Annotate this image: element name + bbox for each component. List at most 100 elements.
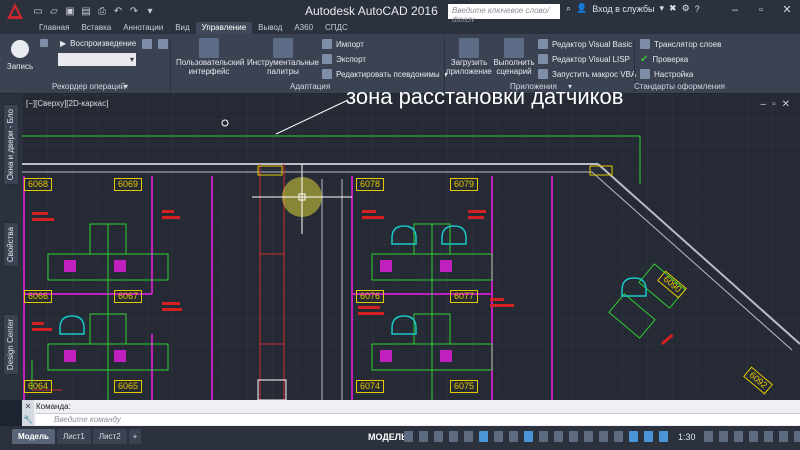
check-button[interactable]: ✔ Проверка	[640, 54, 688, 65]
record-options-icon[interactable]	[40, 39, 48, 47]
isodraft-icon[interactable]	[494, 431, 503, 442]
tab-a360[interactable]: A360	[288, 22, 319, 34]
new-icon[interactable]: ▭	[32, 6, 44, 17]
hardware-acceleration-icon[interactable]	[779, 431, 788, 442]
units-icon[interactable]	[749, 431, 758, 442]
object-snap-icon[interactable]	[524, 431, 533, 442]
ortho-icon[interactable]	[464, 431, 473, 442]
command-history-label: Команда:	[36, 402, 71, 411]
workspace-icon[interactable]	[719, 431, 728, 442]
isolate-objects-icon[interactable]	[764, 431, 773, 442]
palette-design-center-tab[interactable]: Design Center	[3, 314, 19, 376]
panel-expand-icon[interactable]: ▾	[124, 82, 128, 91]
a360-icon[interactable]: ⚙	[682, 3, 690, 14]
dynamic-input-icon[interactable]	[449, 431, 458, 442]
transparency-icon[interactable]	[554, 431, 563, 442]
gizmo-icon[interactable]	[629, 431, 638, 442]
viewport-controls-label[interactable]: [−][Сверху][2D-каркас]	[26, 99, 108, 108]
selection-cycling-icon[interactable]	[569, 431, 578, 442]
tab-sheet1[interactable]: Лист1	[56, 429, 91, 444]
annotation-visibility-icon[interactable]	[644, 431, 653, 442]
open-icon[interactable]: ▱	[48, 6, 60, 17]
model-space-toggle[interactable]: МОДЕЛЬ	[368, 432, 408, 442]
save-as-icon[interactable]: ▤	[80, 6, 92, 17]
run-script-icon	[504, 38, 524, 58]
qat-menu-icon[interactable]: ▾	[144, 6, 156, 17]
search-icon[interactable]: ⌕	[566, 3, 571, 14]
drawing-canvas[interactable]: 6068 6069 6078 6079 6066 6067 6076 6077 …	[22, 94, 800, 400]
import-button[interactable]: Импорт	[322, 39, 364, 49]
auto-scale-icon[interactable]	[659, 431, 668, 442]
tab-view[interactable]: Вид	[169, 22, 195, 34]
macro-select[interactable]: ▾	[58, 53, 136, 66]
dropdown-icon[interactable]: ▾	[660, 3, 665, 14]
signin-link[interactable]: Вход в службы	[592, 4, 654, 14]
add-layout-icon[interactable]: +	[128, 429, 142, 444]
vba-editor-button[interactable]: Редактор Visual Basic	[538, 39, 632, 49]
record-button[interactable]: Запись	[6, 38, 34, 71]
configure-button[interactable]: Настройка	[640, 69, 693, 79]
cui-icon	[199, 38, 219, 58]
cui-button[interactable]: Пользовательский интерфейс	[176, 38, 244, 76]
load-app-button[interactable]: Загрузить приложение	[446, 38, 492, 76]
help-icon[interactable]: ?	[695, 4, 700, 14]
room-label: 6074	[356, 380, 385, 393]
autocad-logo-icon[interactable]	[0, 0, 30, 22]
tab-insert[interactable]: Вставка	[75, 22, 117, 34]
undo-icon[interactable]: ↶	[112, 6, 124, 17]
layer-translator-icon	[640, 39, 650, 49]
close-drawing-icon[interactable]: ✕	[782, 99, 790, 110]
command-line-handle[interactable]: ✕ 🔧	[22, 400, 34, 426]
clean-screen-icon[interactable]	[794, 431, 800, 442]
panel-adapt-label: Адаптация	[290, 82, 331, 91]
annotation-monitor-icon[interactable]	[734, 431, 743, 442]
save-icon[interactable]: ▣	[64, 6, 76, 17]
status-toggles	[404, 431, 668, 442]
plot-icon[interactable]: ⎙	[96, 6, 108, 17]
tab-manage[interactable]: Управление	[195, 22, 253, 34]
palette-properties-tab[interactable]: Свойства	[3, 222, 19, 268]
3d-osnap-icon[interactable]	[584, 431, 593, 442]
minimize-button[interactable]: ‒	[722, 0, 748, 20]
restore-viewport-icon[interactable]: ▫	[772, 99, 776, 110]
wrench-icon[interactable]: 🔧	[23, 415, 33, 424]
room-label: 6064	[24, 380, 53, 393]
room-label: 6065	[114, 380, 143, 393]
polar-icon[interactable]	[479, 431, 488, 442]
tab-annotate[interactable]: Аннотации	[117, 22, 169, 34]
snap-icon[interactable]	[419, 431, 428, 442]
edit-aliases-button[interactable]: Редактировать псевдонимы ▾	[322, 69, 448, 79]
tab-sheet2[interactable]: Лист2	[92, 429, 127, 444]
lineweight-icon[interactable]	[539, 431, 548, 442]
tab-output[interactable]: Вывод	[252, 22, 288, 34]
exchange-icon[interactable]: ✖	[669, 3, 677, 14]
command-input[interactable]: Введите команду	[36, 413, 800, 425]
run-script-button[interactable]: Выполнить сценарий	[492, 38, 536, 76]
settings-icon[interactable]	[704, 431, 713, 442]
tab-home[interactable]: Главная	[33, 22, 75, 34]
close-icon[interactable]: ✕	[25, 402, 32, 411]
selection-filter-icon[interactable]	[614, 431, 623, 442]
export-button[interactable]: Экспорт	[322, 54, 366, 64]
preference-icon[interactable]	[142, 39, 152, 49]
palette-doors-windows-tab[interactable]: Окна и двери - Бло	[3, 104, 19, 186]
object-snap-tracking-icon[interactable]	[509, 431, 518, 442]
search-input[interactable]: Введите ключевое слово/фразу	[448, 4, 560, 24]
minimize-viewport-icon[interactable]: ‒	[761, 99, 767, 110]
run-vba-button[interactable]: Запустить макрос VBA	[538, 69, 636, 79]
tool-palettes-button[interactable]: Инструментальные палитры	[244, 38, 322, 76]
infer-icon[interactable]	[434, 431, 443, 442]
redo-icon[interactable]: ↷	[128, 6, 140, 17]
dynamic-ucs-icon[interactable]	[599, 431, 608, 442]
close-button[interactable]: ✕	[774, 0, 800, 20]
tab-model[interactable]: Модель	[12, 429, 55, 444]
layer-translator-button[interactable]: Транслятор слоев	[640, 39, 721, 49]
playback-button[interactable]: ▶ Воспроизведение	[60, 39, 136, 48]
annotation-scale[interactable]: 1:30	[678, 432, 696, 442]
grid-icon[interactable]	[404, 431, 413, 442]
lisp-editor-icon	[538, 54, 548, 64]
tab-spds[interactable]: СПДС	[319, 22, 354, 34]
macro-list-icon[interactable]	[158, 39, 168, 49]
maximize-button[interactable]: ▫	[748, 0, 774, 20]
lisp-editor-button[interactable]: Редактор Visual LISP	[538, 54, 630, 64]
